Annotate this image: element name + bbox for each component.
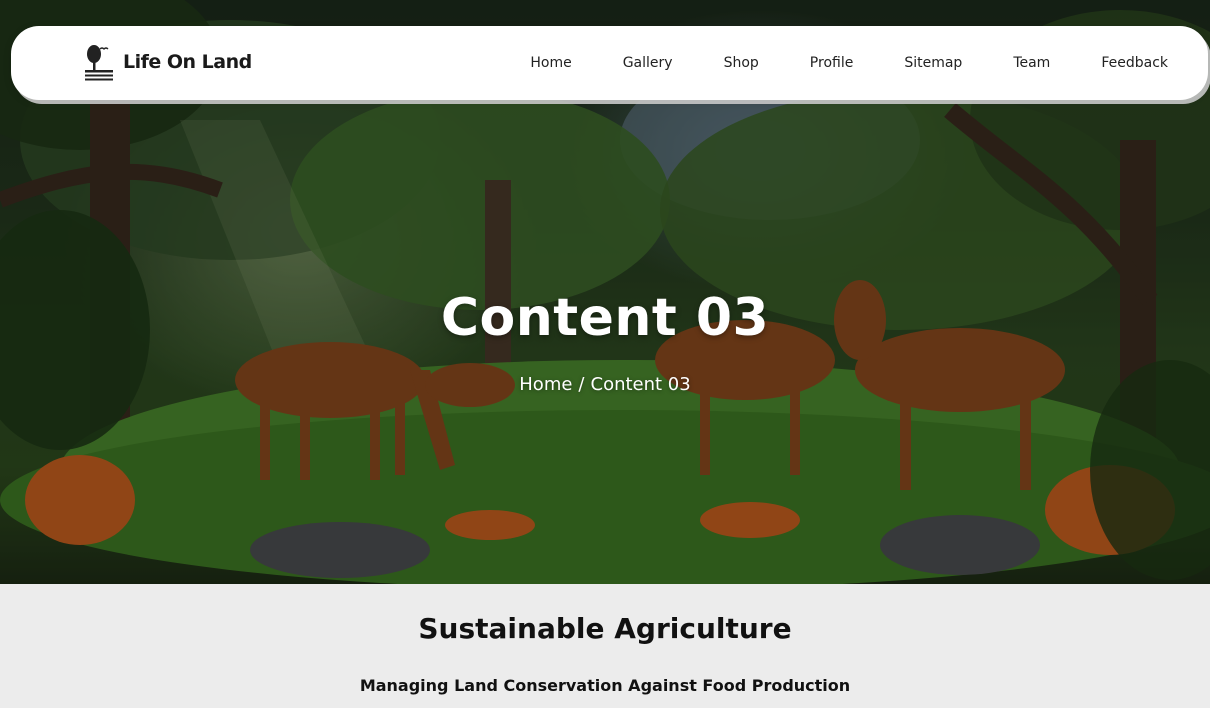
brand-link[interactable]: Life On Land [83, 40, 252, 84]
breadcrumb-current: Content 03 [590, 374, 691, 395]
page-title: Content 03 [440, 288, 770, 348]
nav-sitemap-link[interactable]: Sitemap [904, 55, 962, 71]
brand-name: Life On Land [123, 51, 252, 73]
top-navbar: Life On Land Home Gallery Shop Profile S… [11, 26, 1208, 100]
nav-home-link[interactable]: Home [530, 55, 571, 71]
nav-shop-link[interactable]: Shop [724, 55, 759, 71]
content-section: Sustainable Agriculture Managing Land Co… [0, 584, 1210, 708]
nav-gallery-link[interactable]: Gallery [623, 55, 673, 71]
section-title: Sustainable Agriculture [418, 612, 792, 645]
nav-profile-link[interactable]: Profile [810, 55, 854, 71]
breadcrumb: Home / Content 03 [0, 374, 1210, 395]
nav-feedback-link[interactable]: Feedback [1101, 55, 1168, 71]
nav-team-link[interactable]: Team [1013, 55, 1050, 71]
tree-logo-icon [85, 45, 113, 81]
breadcrumb-home-link[interactable]: Home [519, 374, 572, 395]
breadcrumb-separator: / [578, 374, 585, 395]
main-nav: Home Gallery Shop Profile Sitemap Team F… [530, 26, 1168, 100]
section-subtitle: Managing Land Conservation Against Food … [359, 676, 851, 695]
